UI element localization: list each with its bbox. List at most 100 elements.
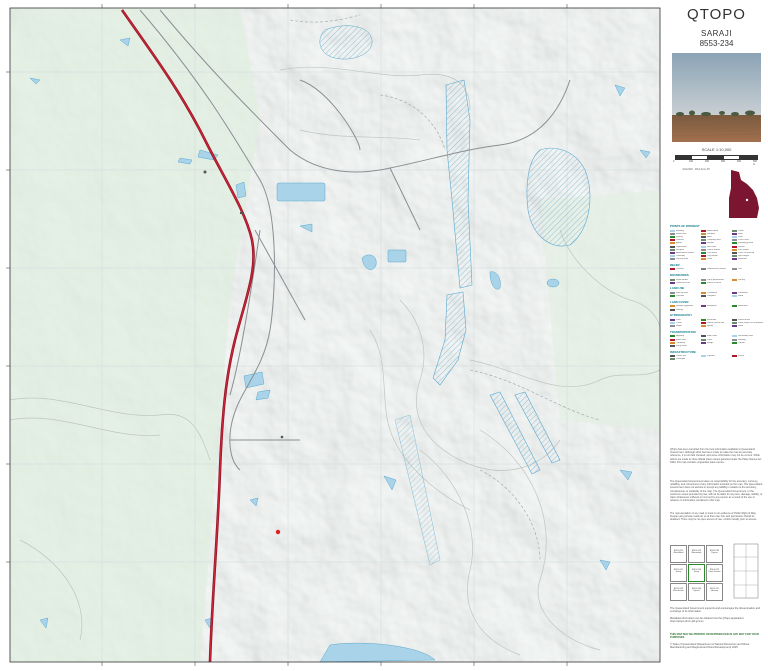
adjoining-map-cell: 8553-311 Harrow — [706, 583, 723, 601]
legend-label: Conveyor — [676, 358, 686, 361]
scale-tick-label: 400 — [737, 160, 741, 163]
legend-heading: LAND USE — [670, 286, 685, 291]
legend-label: Mangrove — [707, 305, 717, 308]
adjoining-map-cell: 8553-242 Peak Downs — [706, 564, 723, 582]
adjoining-map-name: Saraji — [693, 571, 700, 573]
legend-label: Drain — [738, 325, 744, 328]
legend-symbol-icon — [732, 355, 737, 358]
legend-item: Conveyor — [670, 358, 701, 361]
adjoining-map-cell: 8553-243 Winchester — [670, 583, 687, 601]
legend-item: Mangrove — [701, 305, 732, 308]
legend-item: Fence — [732, 355, 763, 358]
legend-label: Protected area — [676, 281, 691, 284]
legend-symbol-icon — [701, 341, 706, 344]
legend-label: Orchard — [676, 295, 684, 298]
legend-item: Locality — [732, 278, 763, 281]
legend-symbol-icon — [670, 281, 675, 284]
cover-photo — [672, 53, 761, 142]
building-icon — [203, 170, 207, 174]
legend-heading: POINTS OF INTEREST — [670, 224, 700, 228]
legend-item: Pipeline — [701, 355, 732, 358]
legend-symbol-icon — [670, 258, 675, 261]
scale-bar: 0 100 200 300 400 500 m — [673, 155, 758, 166]
legend-symbol-icon — [670, 344, 675, 347]
legend-symbol-icon — [732, 258, 737, 261]
legend-symbol-icon — [701, 295, 706, 298]
legend-item: Waterfall — [732, 258, 763, 261]
projection-note: GDA2020 · MGA Zone 55 — [682, 168, 710, 171]
legend-item: Contour — [670, 268, 701, 271]
legend-label: Sand — [738, 295, 744, 298]
legend-symbol-icon — [701, 355, 706, 358]
legend-item: Forest reserve — [701, 281, 732, 284]
legend-label: Rapid — [676, 325, 682, 328]
legend-label: Depression contour — [707, 268, 726, 271]
legend-symbol-icon — [732, 341, 737, 344]
legend-label: Contour — [676, 268, 684, 271]
legend-symbol-icon — [670, 268, 675, 271]
building-icon — [280, 435, 284, 439]
map-sidebar: QTOPO SARAJI 8553-234 SCALE 1:10,000 0 1… — [665, 0, 768, 671]
legend-heading: LAND COVER — [670, 299, 689, 304]
adjoining-map-name: Peak Downs — [708, 571, 721, 573]
legend-label: Swamp — [676, 308, 684, 311]
adjoining-maps: 8553-231 Blair Athol 8553-232 Moranbah 8553-… — [670, 545, 725, 603]
legend-label: Spring — [707, 325, 714, 328]
copyright-text: © State of Queensland (Department of Nat… — [670, 643, 750, 650]
map-code: 8553-234 — [699, 39, 734, 48]
legend-label: Tunnel — [738, 341, 745, 344]
adjoining-map-cell: 8553-233 Dysart — [706, 545, 723, 563]
adjoining-map-name: Harrow — [710, 590, 719, 592]
brand-title: QTOPO — [687, 6, 746, 23]
locality-map — [725, 168, 761, 220]
legend-symbol-icon — [732, 295, 737, 298]
legend-item: Orchard — [670, 295, 701, 298]
legend-item: Vineyard — [701, 295, 732, 298]
legend-item: Sand — [732, 295, 763, 298]
adjoining-map-cell: 8553-234 Saraji — [688, 564, 705, 582]
legend-symbol-icon — [670, 358, 675, 361]
building-icon — [240, 212, 243, 214]
legend-item: Rapid — [670, 325, 701, 328]
legend-label: Waterfall — [738, 258, 747, 261]
legend-label: Vineyard — [707, 295, 716, 298]
legend-label: Rainforest — [738, 305, 748, 308]
scale-tick-label: 300 — [721, 160, 725, 163]
legend-item: Protected area — [670, 281, 701, 284]
legend-symbol-icon — [670, 308, 675, 311]
legend-item: Bridge — [701, 341, 732, 344]
legend-item: Spring — [701, 325, 732, 328]
adjoining-map-name: Dysart — [711, 552, 718, 554]
legend-label: Pipeline — [707, 355, 715, 358]
folding-diagram — [731, 540, 761, 602]
legend-heading: INFRASTRUCTURE — [670, 349, 696, 354]
topographic-map[interactable] — [0, 0, 665, 671]
map-name: SARAJI — [700, 29, 732, 38]
legend-item: Drain — [732, 325, 763, 328]
legend-label: Cliff — [738, 268, 742, 271]
legend-label: Ferry route — [676, 344, 687, 347]
legend-symbol-icon — [732, 268, 737, 271]
legend-label: Forest reserve — [707, 281, 722, 284]
adjoining-map-cell: 8553-241 Saraji — [670, 564, 687, 582]
legend-symbol-icon — [670, 295, 675, 298]
adjoining-map-name: Saraji — [675, 571, 682, 573]
legend-symbol-icon — [701, 281, 706, 284]
adjoining-map-name: Blair Athol — [673, 552, 684, 554]
legend-heading: HYDROGRAPHY — [670, 313, 693, 318]
legend-label: Cave — [707, 258, 713, 261]
adjoining-map-name: Moranbah — [691, 552, 702, 554]
legend-label: Survey mark — [676, 258, 689, 261]
legend-item: Depression contour — [701, 268, 732, 271]
legend-label: Locality — [738, 278, 746, 281]
legend-symbol-icon — [732, 278, 737, 281]
legend-symbol-icon — [732, 305, 737, 308]
adjoining-map-cell: 8553-232 Moranbah — [688, 545, 705, 563]
legend-label: Fence — [738, 355, 745, 358]
scale-tick-label: 200 — [705, 160, 709, 163]
legend-symbol-icon — [732, 325, 737, 328]
metadata-text: Metadata information can be obtained via… — [670, 617, 745, 624]
adjoining-map-name: Dysart — [693, 590, 700, 592]
legend-item: Rainforest — [732, 305, 763, 308]
legend-symbol-icon — [701, 258, 706, 261]
